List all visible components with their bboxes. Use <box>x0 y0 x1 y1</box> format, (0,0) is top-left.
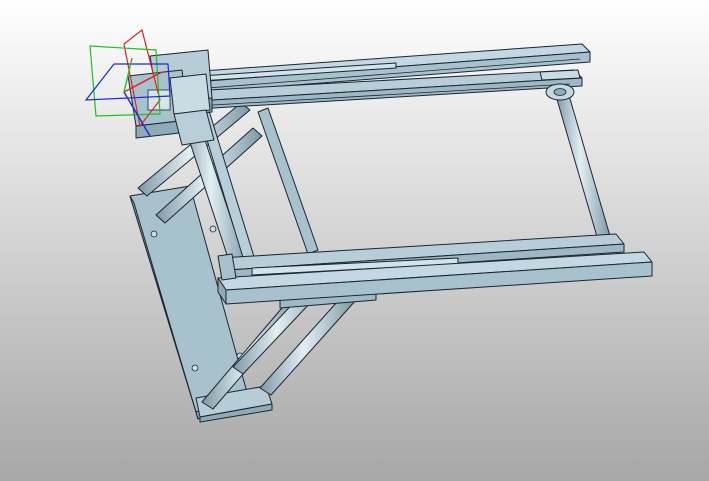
mounting-hole <box>150 230 158 238</box>
mounting-hole <box>209 225 217 233</box>
cad-3d-viewport[interactable] <box>0 0 709 481</box>
pulley <box>553 88 567 96</box>
mounting-hole <box>191 364 199 372</box>
